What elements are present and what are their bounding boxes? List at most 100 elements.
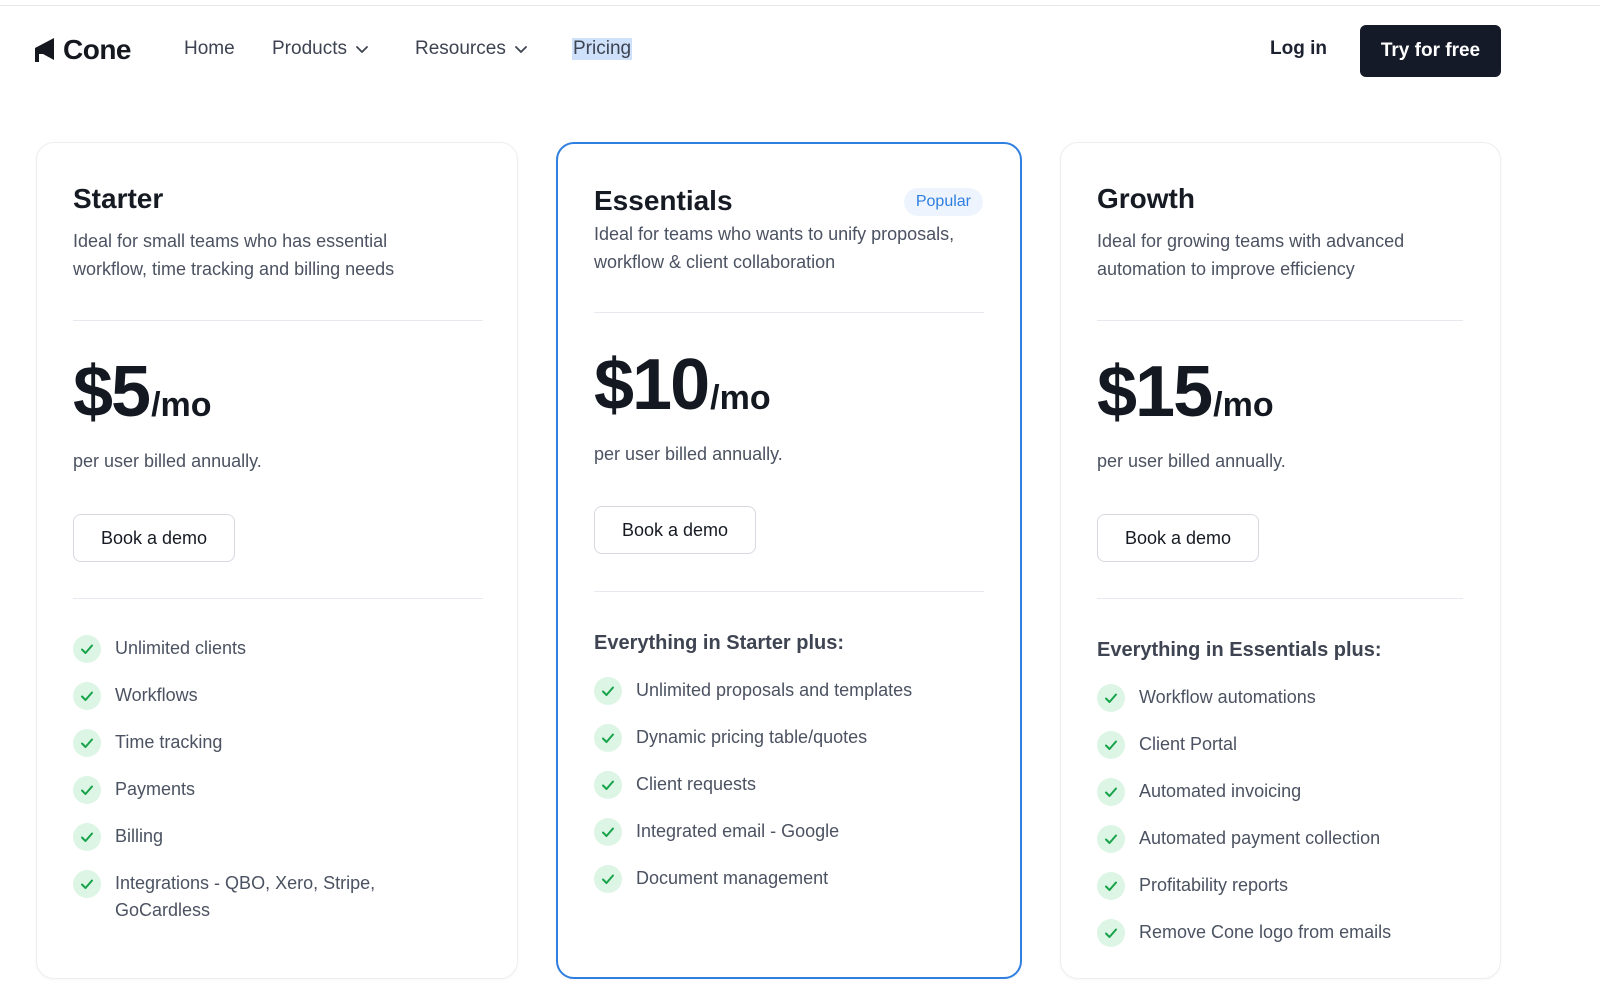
check-icon (1097, 731, 1125, 759)
check-icon (73, 870, 101, 898)
check-icon (73, 823, 101, 851)
divider (1097, 598, 1463, 599)
check-icon (73, 729, 101, 757)
feature-label: Integrated email - Google (636, 821, 840, 841)
feature-list: Workflow automations Client Portal Autom… (1097, 684, 1477, 947)
chevron-down-icon (514, 46, 527, 53)
check-icon (594, 724, 622, 752)
feature-item: Time tracking (73, 729, 473, 757)
feature-item: Client Portal (1097, 731, 1477, 759)
plan-name: Growth (1097, 183, 1195, 214)
popular-badge: Popular (903, 188, 983, 216)
check-icon (594, 818, 622, 846)
check-icon (594, 677, 622, 705)
check-icon (1097, 778, 1125, 806)
feature-list: Unlimited proposals and templates Dynami… (594, 677, 994, 893)
feature-item: Dynamic pricing table/quotes (594, 724, 994, 752)
check-icon (73, 682, 101, 710)
price-period: /mo (151, 386, 212, 424)
feature-label: Integrations - QBO, Xero, Stripe, GoCard… (115, 873, 376, 920)
feature-item: Client requests (594, 771, 994, 799)
billing-note: per user billed annually. (1097, 451, 1286, 471)
feature-label: Workflows (115, 685, 198, 705)
plan-description: Ideal for small teams who has essential … (73, 231, 395, 279)
check-icon (594, 771, 622, 799)
feature-item: Billing (73, 823, 473, 851)
features-heading: Everything in Essentials plus: (1097, 639, 1382, 661)
book-demo-button[interactable]: Book a demo (1097, 514, 1259, 562)
login-link[interactable]: Log in (1270, 38, 1327, 60)
price-period: /mo (710, 379, 771, 417)
price-period: /mo (1213, 386, 1274, 424)
nav-products-label: Products (272, 38, 347, 59)
price-amount: $10 (594, 345, 710, 425)
plan-price: $10 /mo (594, 344, 771, 426)
check-icon (73, 776, 101, 804)
check-icon (1097, 825, 1125, 853)
plan-name: Starter (73, 183, 164, 214)
check-icon (73, 635, 101, 663)
plan-name: Essentials (594, 185, 733, 216)
check-icon (1097, 872, 1125, 900)
check-icon (1097, 919, 1125, 947)
feature-item: Integrations - QBO, Xero, Stripe, GoCard… (73, 870, 403, 924)
billing-note: per user billed annually. (73, 451, 262, 471)
feature-label: Automated invoicing (1139, 781, 1302, 801)
feature-item: Profitability reports (1097, 872, 1477, 900)
feature-label: Automated payment collection (1139, 828, 1381, 848)
feature-item: Unlimited clients (73, 635, 473, 663)
feature-label: Unlimited clients (115, 638, 247, 658)
feature-item: Payments (73, 776, 473, 804)
divider (594, 591, 984, 592)
nav-products-menu[interactable]: Products (272, 38, 369, 60)
feature-item: Unlimited proposals and templates (594, 677, 994, 705)
plan-price: $5 /mo (73, 351, 212, 433)
feature-item: Workflows (73, 682, 473, 710)
feature-label: Billing (115, 826, 164, 846)
feature-label: Payments (115, 779, 196, 799)
brand-logo[interactable]: Cone (33, 34, 132, 66)
chevron-down-icon (356, 46, 368, 53)
divider (73, 598, 483, 599)
feature-label: Time tracking (115, 732, 223, 752)
nav-home-link[interactable]: Home (184, 38, 235, 60)
nav-resources-menu[interactable]: Resources (415, 38, 528, 60)
plan-description: Ideal for teams who wants to unify propo… (594, 224, 955, 272)
feature-label: Dynamic pricing table/quotes (636, 727, 868, 747)
divider (1097, 320, 1463, 321)
try-for-free-button[interactable]: Try for free (1360, 25, 1501, 77)
top-border (0, 5, 1600, 6)
feature-item: Document management (594, 865, 994, 893)
price-amount: $5 (73, 352, 151, 432)
price-amount: $15 (1097, 352, 1213, 432)
feature-item: Workflow automations (1097, 684, 1477, 712)
feature-label: Document management (636, 868, 829, 888)
feature-list: Unlimited clients Workflows Time trackin… (73, 635, 473, 924)
check-icon (594, 865, 622, 893)
plan-card-growth: Growth Ideal for growing teams with adva… (1060, 142, 1501, 979)
book-demo-button[interactable]: Book a demo (594, 506, 756, 554)
feature-item: Remove Cone logo from emails (1097, 919, 1477, 947)
divider (594, 312, 984, 313)
nav-resources-label: Resources (415, 38, 506, 59)
cone-logo-icon (35, 38, 54, 62)
feature-label: Client requests (636, 774, 757, 794)
brand-name: Cone (63, 34, 132, 65)
plan-price: $15 /mo (1097, 351, 1274, 433)
features-heading: Everything in Starter plus: (594, 632, 845, 654)
divider (73, 320, 483, 321)
feature-label: Client Portal (1139, 734, 1238, 754)
plan-description: Ideal for growing teams with advanced au… (1097, 231, 1405, 279)
top-navigation: Cone Home Products Resources Pricing Log… (0, 20, 1600, 82)
nav-pricing-link[interactable]: Pricing (572, 38, 633, 60)
billing-note: per user billed annually. (594, 444, 783, 464)
feature-item: Automated payment collection (1097, 825, 1477, 853)
check-icon (1097, 684, 1125, 712)
feature-label: Remove Cone logo from emails (1139, 922, 1392, 942)
feature-item: Integrated email - Google (594, 818, 994, 846)
book-demo-button[interactable]: Book a demo (73, 514, 235, 562)
feature-item: Automated invoicing (1097, 778, 1477, 806)
plan-card-starter: Starter Ideal for small teams who has es… (36, 142, 518, 979)
feature-label: Unlimited proposals and templates (636, 680, 913, 700)
feature-label: Workflow automations (1139, 687, 1316, 707)
